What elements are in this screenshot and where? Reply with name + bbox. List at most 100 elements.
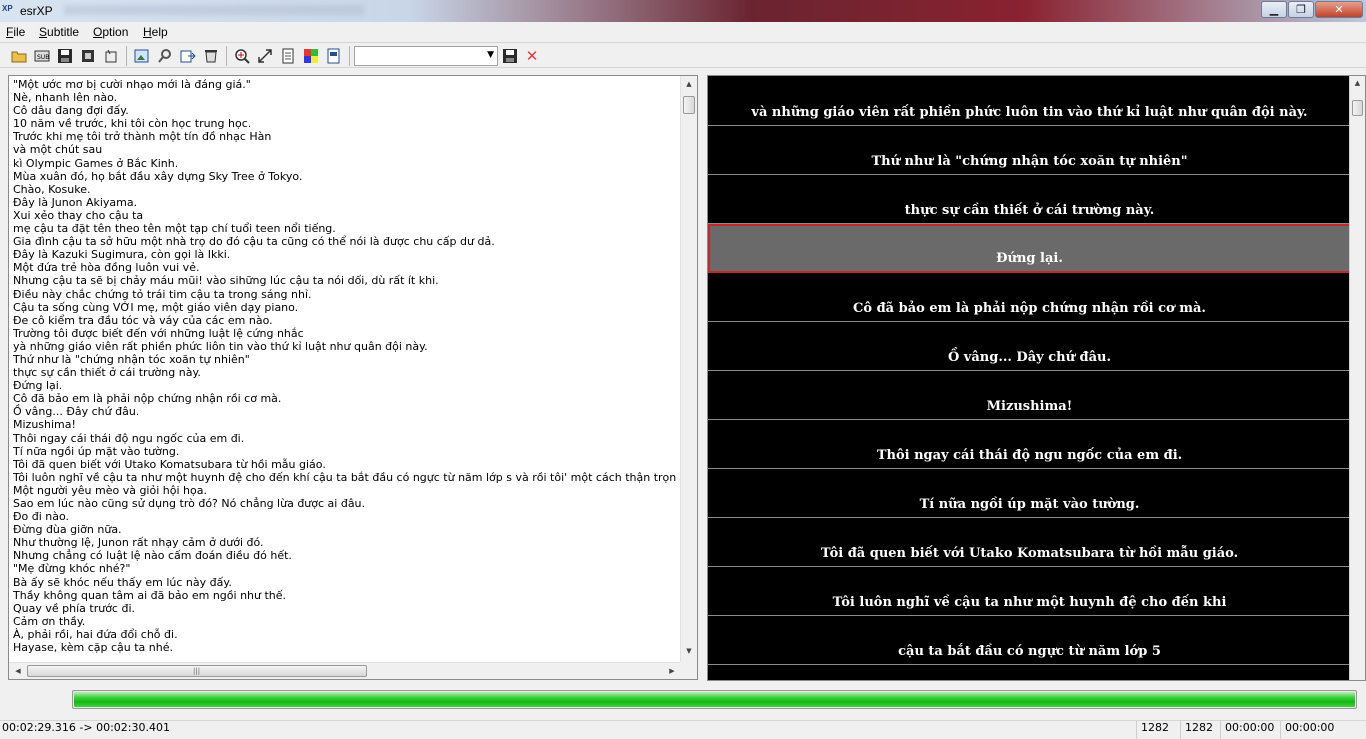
color-palette-icon[interactable]: [302, 47, 320, 65]
text-line: yà những giáo viên rất phiền phức liôn t…: [13, 339, 428, 353]
subtitle-row[interactable]: thực sự cần thiết ở cái trường này.: [708, 175, 1351, 224]
progress-fill: [74, 692, 1355, 707]
text-line: Hayase, kèm cặp cậu ta nhé.: [13, 641, 173, 655]
subtitle-text: thực sự cần thiết ở cái trường này.: [904, 203, 1155, 218]
subtitle-row[interactable]: Tí nữa ngồi úp mặt vào tường.: [708, 469, 1351, 518]
zoom-icon[interactable]: [233, 47, 251, 65]
text-line: Cậu ta sống cùng VỚI mẹ, một giáo viên d…: [13, 300, 299, 314]
subtitle-preview-panel[interactable]: và những giáo viên rất phiền phức luôn t…: [707, 75, 1366, 681]
menu-subtitle[interactable]: Subtitle: [39, 25, 79, 39]
subtitle-row[interactable]: cậu ta bắt đầu có ngực từ năm lớp 5: [708, 616, 1351, 665]
horizontal-scrollbar[interactable]: ◀ ||| ▶: [9, 662, 681, 679]
image-icon[interactable]: [133, 47, 151, 65]
text-line: Thứ như là "chứng nhận tóc xoăn tự nhiên…: [13, 352, 250, 366]
text-line: Mizushima!: [13, 418, 76, 432]
subtitle-row[interactable]: và những giáo viên rất phiền phức luôn t…: [708, 76, 1351, 126]
text-line: Nhưng chẳng có luật lệ nào cấm đoán điều…: [13, 549, 292, 563]
resize-icon[interactable]: [256, 47, 274, 65]
scroll-down-icon[interactable]: ▼: [683, 647, 695, 659]
film-icon[interactable]: [79, 47, 97, 65]
progress-bar: [72, 690, 1357, 709]
subtitle-preview-list: và những giáo viên rất phiền phức luôn t…: [708, 76, 1351, 665]
preview-scrollbar[interactable]: ▲: [1349, 76, 1365, 680]
subtitle-row-selected[interactable]: Đứng lại.: [708, 224, 1351, 273]
export-sub-icon[interactable]: SUB: [33, 47, 51, 65]
text-line: Cảm ơn thầy.: [13, 614, 86, 628]
scroll-right-icon[interactable]: ▶: [666, 665, 678, 677]
subtitle-text: Mizushima!: [986, 399, 1073, 414]
scroll-left-icon[interactable]: ◀: [12, 665, 24, 677]
text-line: Đo đi nào.: [13, 510, 70, 524]
text-line: Một đứa trẻ hòa đồng luôn vui vẻ.: [13, 261, 200, 275]
vertical-scrollbar[interactable]: ▲ ▼: [680, 76, 697, 663]
subtitle-row[interactable]: Tôi luôn nghĩ về cậu ta như một huynh đệ…: [708, 567, 1351, 616]
toolbar-separator: [349, 46, 350, 66]
subtitle-text: Thôi ngay cái thái độ ngu ngốc của em đi…: [876, 448, 1183, 463]
search-text-icon[interactable]: [156, 47, 174, 65]
scroll-thumb[interactable]: [1352, 100, 1363, 116]
text-line: kì Olympic Games ở Bắc Kinh.: [13, 156, 179, 170]
text-line: Quay về phía trước đi.: [13, 601, 136, 615]
delete-icon[interactable]: ✕: [523, 47, 541, 65]
subtitle-row[interactable]: Cô đã bảo em là phải nộp chứng nhận rồi …: [708, 273, 1351, 322]
subtitle-text: Tí nữa ngồi úp mặt vào tường.: [919, 497, 1140, 512]
scroll-up-icon[interactable]: ▲: [1352, 79, 1363, 87]
menu-help[interactable]: Help: [143, 25, 168, 39]
close-window-button[interactable]: ✕: [1315, 1, 1363, 18]
menu-file[interactable]: File: [6, 25, 25, 39]
subtitle-row[interactable]: Mizushima!: [708, 371, 1351, 420]
text-line: Cô dâu đang đợi đấy.: [13, 104, 129, 118]
text-line: Một người yêu mèo và giỏi hội họa.: [13, 483, 207, 497]
trash-icon[interactable]: [202, 47, 220, 65]
text-line: Trường tôi được biết đến với những luật …: [13, 326, 304, 340]
font-select-combo[interactable]: ▼: [354, 46, 498, 66]
subtitle-row[interactable]: Thứ như là "chứng nhận tóc xoăn tự nhiên…: [708, 126, 1351, 175]
title-bar: XP esrXP ▁ ❐ ✕: [0, 0, 1366, 22]
status-time-b: 00:00:00: [1280, 721, 1340, 739]
scroll-corner: [680, 662, 697, 679]
subtitle-text: Tôi luôn nghĩ về cậu ta như một huynh đệ…: [832, 595, 1227, 610]
text-line: Thôi ngay cái thái độ ngu ngốc của em đi…: [13, 431, 245, 445]
subtitle-row[interactable]: Ồ vâng... Dây chứ đâu.: [708, 322, 1351, 371]
text-line: Nè, nhanh lên nào.: [13, 91, 118, 105]
text-file-icon[interactable]: [325, 47, 343, 65]
subtitle-text: Đứng lại.: [996, 251, 1063, 266]
menu-bar: File Subtitle Option Help: [0, 22, 1366, 41]
title-bar-blur: [64, 5, 364, 15]
text-line: Như thường lệ, Junon rất nhạy cảm ở dưới…: [13, 536, 264, 550]
status-time-a: 00:00:00: [1220, 721, 1276, 739]
toolbar-separator: [126, 46, 127, 66]
toolbar-separator: [226, 46, 227, 66]
save-style-icon[interactable]: [501, 47, 519, 65]
minimize-button[interactable]: ▁: [1261, 1, 1287, 18]
menu-option[interactable]: Option: [93, 25, 128, 39]
subtitle-text: Tôi đã quen biết với Utako Komatsubara t…: [820, 546, 1239, 561]
text-line: "Mẹ đừng khóc nhé?": [13, 562, 131, 576]
svg-text:SUB: SUB: [37, 54, 49, 61]
document-icon[interactable]: [279, 47, 297, 65]
status-time-range: 00:02:29.316 -> 00:02:30.401: [2, 721, 170, 734]
scroll-thumb[interactable]: [683, 96, 695, 114]
open-folder-icon[interactable]: [10, 47, 28, 65]
text-line: Bà ấy sẽ khóc nếu thấy em lúc này đấy.: [13, 575, 232, 589]
text-line: Gia đình cậu ta sở hữu một nhà trọ do đó…: [13, 235, 495, 249]
app-logo-icon: XP: [2, 4, 13, 13]
text-line: Đừng đùa giỡn nữa.: [13, 523, 122, 537]
text-line: Thầy không quan tâm ai đã bảo em ngồi nh…: [13, 588, 287, 602]
maximize-button[interactable]: ❐: [1288, 1, 1314, 18]
tools-icon[interactable]: [102, 47, 120, 65]
subtitle-row[interactable]: Tôi đã quen biết với Utako Komatsubara t…: [708, 518, 1351, 567]
save-icon[interactable]: [56, 47, 74, 65]
chevron-down-icon[interactable]: ▼: [487, 50, 494, 60]
text-line: À, phải rồi, hai đứa đổi chỗ đi.: [13, 627, 178, 641]
subtitle-row[interactable]: Thôi ngay cái thái độ ngu ngốc của em đi…: [708, 420, 1351, 469]
text-line: Tôi đã quen biết với Utako Komatsubara t…: [13, 457, 326, 471]
subtitle-text-editor[interactable]: "Một ước mơ bị cười nhạo mới là đáng giá…: [8, 75, 698, 680]
window-title: esrXP: [20, 4, 53, 18]
hscroll-thumb[interactable]: |||: [27, 665, 367, 677]
text-line: mẹ cậu ta đặt tên theo tên một tạp chí t…: [13, 222, 336, 236]
toolbar: SUB ▼ ✕: [0, 42, 1366, 68]
export-icon[interactable]: [179, 47, 197, 65]
scroll-up-icon[interactable]: ▲: [683, 80, 695, 92]
text-line: thực sự cần thiết ở cái trường này.: [13, 366, 201, 380]
